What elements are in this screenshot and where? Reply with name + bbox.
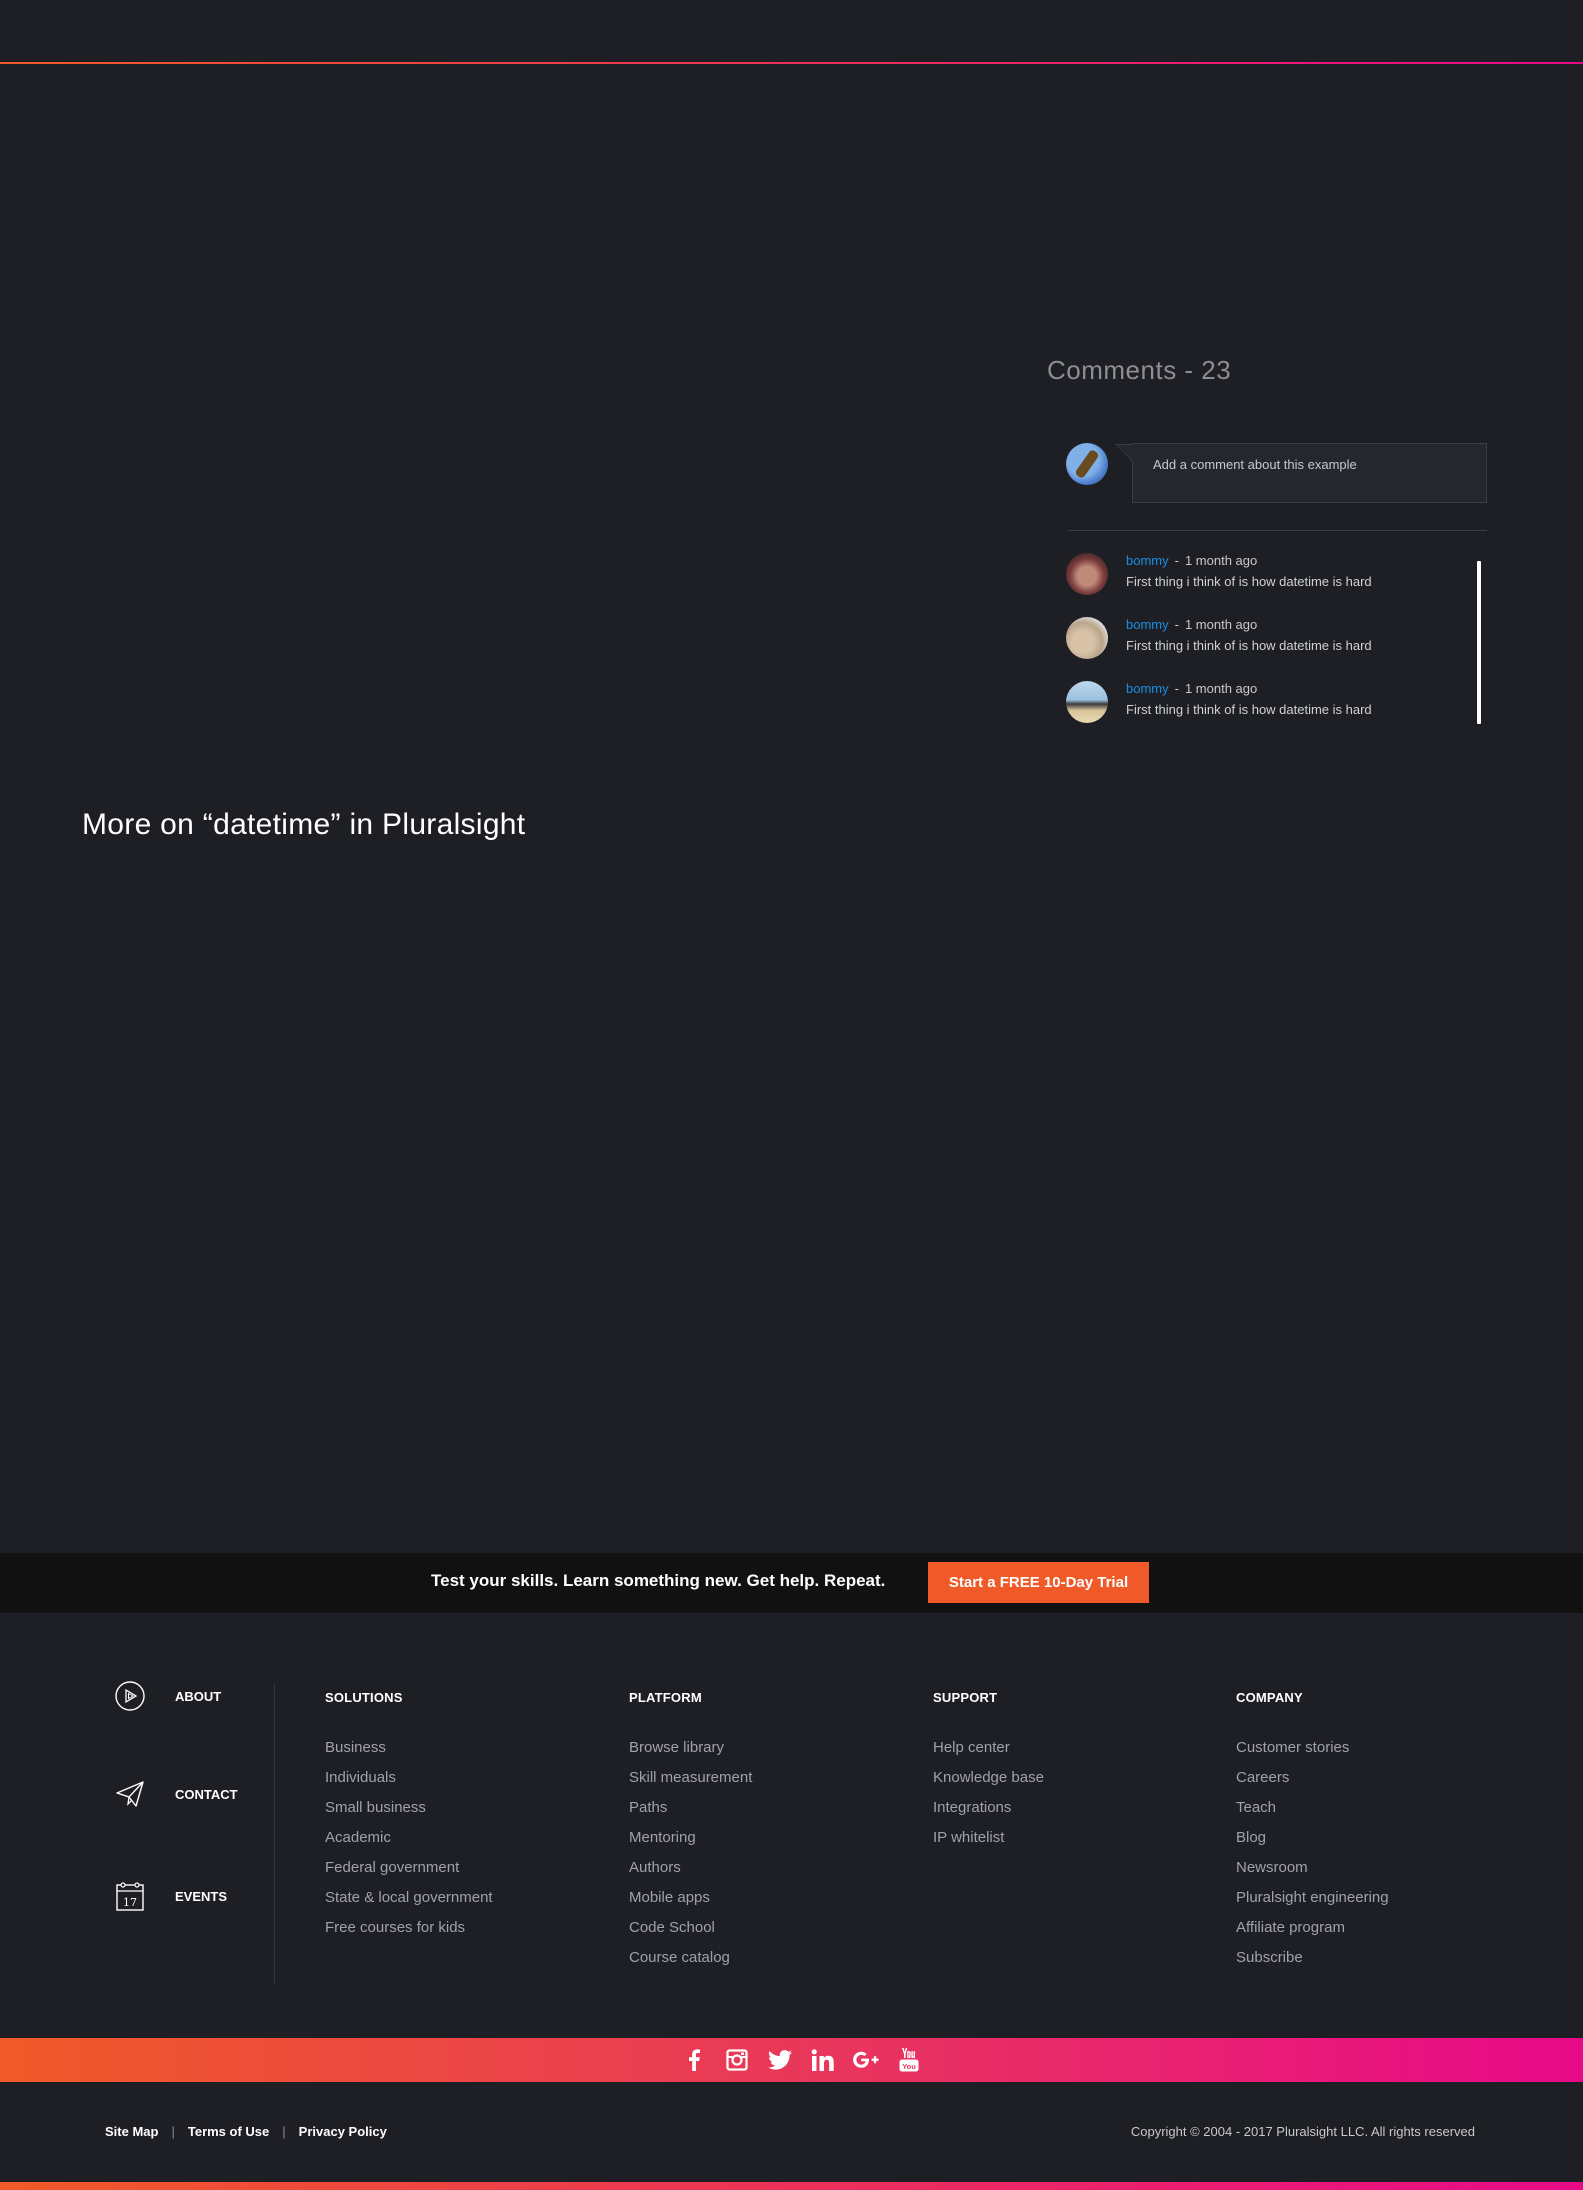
footer-link[interactable]: Mentoring [629,1829,752,1859]
footer-link[interactable]: Knowledge base [933,1769,1044,1799]
facebook-icon[interactable] [672,2048,715,2072]
footer-link[interactable]: Individuals [325,1769,493,1799]
footer-column-title: SOLUTIONS [325,1690,403,1705]
comment-item: bommy -1 month ago First thing i think of… [1066,617,1466,661]
google-plus-icon[interactable] [844,2048,887,2072]
site-map-link[interactable]: Site Map [105,2124,158,2139]
footer-contact-label: CONTACT [175,1786,238,1802]
comment-author[interactable]: bommy [1126,553,1169,568]
footer-column-title: PLATFORM [629,1690,702,1705]
footer-link[interactable]: Affiliate program [1236,1919,1389,1949]
footer-link[interactable]: Customer stories [1236,1739,1389,1769]
footer-column-company: COMPANY Customer stories Careers Teach B… [1236,1690,1389,1979]
footer-link[interactable]: Subscribe [1236,1949,1389,1979]
comment-item: bommy -1 month ago First thing i think of… [1066,681,1466,725]
comment-meta: bommy -1 month ago [1126,553,1258,568]
footer: ABOUT CONTACT 17 EVENTS SOLUTIONS Busine… [0,1613,1583,2038]
footer-link[interactable]: Small business [325,1799,493,1829]
social-icons: You [672,2048,930,2072]
youtube-icon[interactable]: You [887,2048,930,2072]
paper-plane-icon [116,1781,144,1807]
footer-link[interactable]: Course catalog [629,1949,752,1979]
footer-link[interactable]: Blog [1236,1829,1389,1859]
legal-links: Site Map | Terms of Use | Privacy Policy [105,2124,387,2139]
footer-link[interactable]: Mobile apps [629,1889,752,1919]
calendar-icon: 17 [116,1882,144,1911]
footer-link[interactable]: Help center [933,1739,1044,1769]
avatar[interactable] [1066,617,1108,659]
cta-text: Test your skills. Learn something new. G… [431,1571,886,1590]
social-band: You [0,2038,1583,2082]
terms-of-use-link[interactable]: Terms of Use [188,2124,269,2139]
footer-link[interactable]: Teach [1236,1799,1389,1829]
comment-list[interactable]: bommy -1 month ago First thing i think of… [1066,553,1487,725]
footer-about-link[interactable]: ABOUT [114,1679,221,1713]
footer-link[interactable]: Pluralsight engineering [1236,1889,1389,1919]
comment-time: 1 month ago [1184,681,1258,696]
footer-link[interactable]: Skill measurement [629,1769,752,1799]
svg-text:17: 17 [123,1896,137,1909]
comment-item: bommy -1 month ago First thing i think of… [1066,553,1466,597]
copyright: Copyright © 2004 - 2017 Pluralsight LLC.… [1130,2124,1475,2139]
top-accent-line [0,62,1583,64]
privacy-policy-link[interactable]: Privacy Policy [299,2124,387,2139]
comment-author[interactable]: bommy [1126,681,1169,696]
footer-link[interactable]: Academic [325,1829,493,1859]
footer-link[interactable]: Business [325,1739,493,1769]
twitter-icon[interactable] [758,2048,801,2072]
comment-input[interactable] [1133,444,1486,502]
bottom-bar: Site Map | Terms of Use | Privacy Policy… [0,2082,1583,2182]
comment-meta: bommy -1 month ago [1126,681,1258,696]
avatar[interactable] [1066,553,1108,595]
footer-link[interactable]: Careers [1236,1769,1389,1799]
current-user-avatar [1066,443,1108,485]
footer-link[interactable]: Newsroom [1236,1859,1389,1889]
comment-form [1066,443,1487,505]
comment-text: First thing i think of is how datetime i… [1126,638,1372,653]
bottom-accent-line [0,2182,1583,2190]
footer-vertical-divider [274,1683,275,1983]
top-bar [0,0,1583,62]
comment-time: 1 month ago [1184,553,1258,568]
footer-link[interactable]: State & local government [325,1889,493,1919]
more-on-heading: More on “datetime” in Pluralsight [82,808,526,841]
footer-link[interactable]: Code School [629,1919,752,1949]
footer-link[interactable]: IP whitelist [933,1829,1044,1859]
comment-input-box[interactable] [1115,443,1487,503]
footer-link[interactable]: Federal government [325,1859,493,1889]
footer-column-support: SUPPORT Help center Knowledge base Integ… [933,1690,1044,1859]
comment-meta: bommy -1 month ago [1126,617,1258,632]
footer-link[interactable]: Free courses for kids [325,1919,493,1949]
comments-divider [1068,530,1487,531]
instagram-icon[interactable] [715,2048,758,2072]
free-trial-button[interactable]: Start a FREE 10-Day Trial [928,1562,1149,1603]
play-circle-icon [115,1681,145,1711]
footer-column-solutions: SOLUTIONS Business Individuals Small bus… [325,1690,493,1949]
linkedin-icon[interactable] [801,2048,844,2072]
cta-band: Test your skills. Learn something new. G… [0,1553,1583,1613]
footer-events-link[interactable]: 17 EVENTS [114,1879,227,1913]
comments-panel: Comments - 23 bommy-1 month ago First th… [1047,355,1487,723]
footer-link[interactable]: Browse library [629,1739,752,1769]
comments-title: Comments - 23 [1047,355,1232,385]
comment-text: First thing i think of is how datetime i… [1126,574,1372,589]
comment-author[interactable]: bommy [1126,617,1169,632]
footer-link[interactable]: Paths [629,1799,752,1829]
svg-text:You: You [902,2062,916,2071]
comment-time: 1 month ago [1184,617,1258,632]
footer-about-label: ABOUT [175,1688,222,1704]
footer-contact-link[interactable]: CONTACT [114,1777,238,1811]
footer-events-label: EVENTS [175,1888,228,1904]
avatar[interactable] [1066,681,1108,723]
footer-column-title: SUPPORT [933,1690,998,1705]
footer-link[interactable]: Authors [629,1859,752,1889]
footer-link[interactable]: Integrations [933,1799,1044,1829]
footer-column-platform: PLATFORM Browse library Skill measuremen… [629,1690,752,1979]
comments-scrollbar[interactable] [1477,561,1481,724]
footer-column-title: COMPANY [1236,1690,1303,1705]
comment-text: First thing i think of is how datetime i… [1126,702,1372,717]
